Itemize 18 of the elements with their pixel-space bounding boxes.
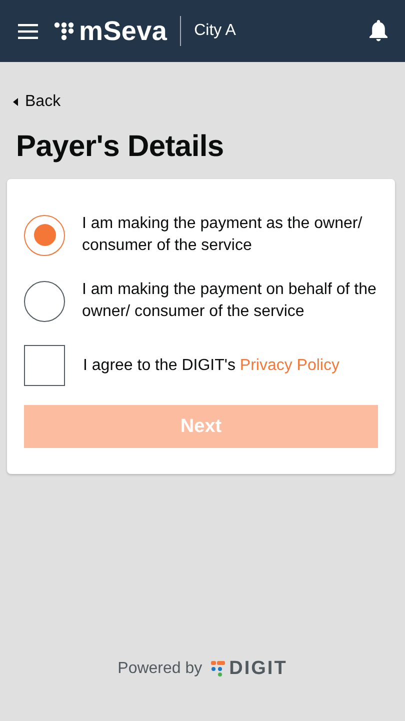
caret-left-icon [13, 98, 18, 106]
powered-by-text: Powered by [118, 660, 202, 678]
back-link[interactable]: Back [13, 93, 61, 111]
privacy-policy-link[interactable]: Privacy Policy [240, 356, 340, 374]
notification-bell-icon[interactable] [369, 20, 388, 42]
checkbox[interactable] [24, 345, 65, 386]
agreement-text: I agree to the DIGIT's Privacy Policy [83, 356, 340, 376]
brand-name: DIGIT [229, 658, 288, 680]
digit-logo-icon [211, 661, 226, 677]
city-name: City A [194, 22, 236, 40]
radio-button[interactable] [24, 214, 65, 256]
option-label: I am making the payment as the owner/ consumer of the service [82, 214, 364, 256]
option-label: I am making the payment on behalf of the owner/ consumer of the service [82, 280, 378, 322]
radio-button[interactable] [24, 280, 65, 322]
app-name: mSeva [79, 16, 168, 46]
page-title: Payer's Details [16, 129, 225, 165]
dots-logo-icon [54, 21, 74, 41]
menu-icon[interactable] [18, 24, 38, 38]
